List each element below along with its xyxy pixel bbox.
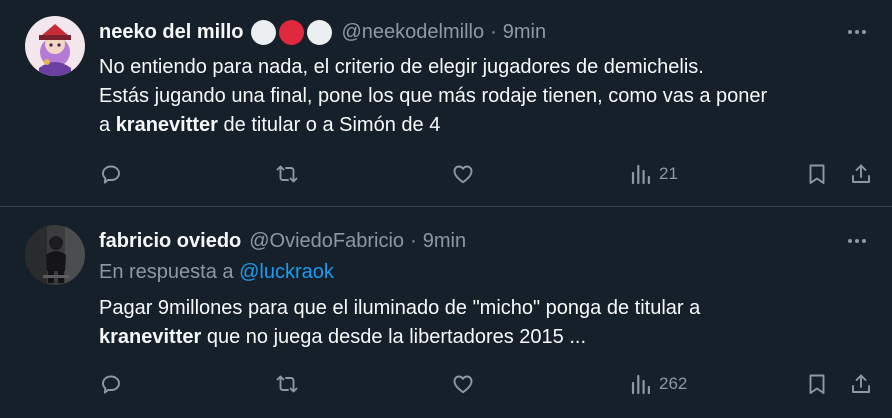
tweet-text: Pagar 9millones para que el iluminado de… [99, 294, 700, 352]
reply-button[interactable] [99, 367, 123, 401]
retweet-icon [276, 375, 298, 393]
views-count: 262 [659, 374, 688, 393]
more-dot-icon [855, 239, 859, 243]
tweet-header: fabricio oviedo @OviedoFabricio · 9min [99, 226, 466, 256]
share-button[interactable] [849, 367, 873, 401]
bookmark-button[interactable] [805, 367, 829, 401]
tweet-text-line: kranevitter que no juega desde la libert… [99, 323, 700, 352]
analytics-icon [631, 374, 650, 395]
tweet-text-line: Pagar 9millones para que el iluminado de… [99, 297, 701, 319]
user-handle[interactable]: @OviedoFabricio [249, 230, 404, 253]
display-name[interactable]: fabricio oviedo [99, 230, 241, 253]
bold-text: kranevitter [99, 326, 202, 348]
views-button[interactable]: 262 [629, 367, 687, 401]
avatar[interactable] [25, 225, 85, 285]
more-dot-icon [862, 239, 866, 243]
share-icon [852, 374, 870, 393]
reply-prefix: En respuesta a [99, 261, 240, 283]
reply-handle-link[interactable]: @luckraok [239, 261, 334, 283]
reply-context: En respuesta a @luckraok [99, 261, 334, 284]
reply-icon [102, 375, 120, 394]
more-dot-icon [848, 239, 852, 243]
action-bar: 262 [99, 367, 879, 401]
tweet[interactable]: fabricio oviedo @OviedoFabricio · 9min E… [0, 0, 892, 418]
bookmark-icon [809, 374, 825, 394]
like-button[interactable] [451, 367, 475, 401]
retweet-button[interactable] [275, 367, 299, 401]
heart-icon [453, 375, 473, 394]
more-options-button[interactable] [842, 231, 872, 251]
separator-dot: · [410, 229, 417, 252]
text-segment: que no juega desde la libertadores 2015 … [201, 326, 587, 348]
timestamp[interactable]: 9min [423, 230, 466, 253]
